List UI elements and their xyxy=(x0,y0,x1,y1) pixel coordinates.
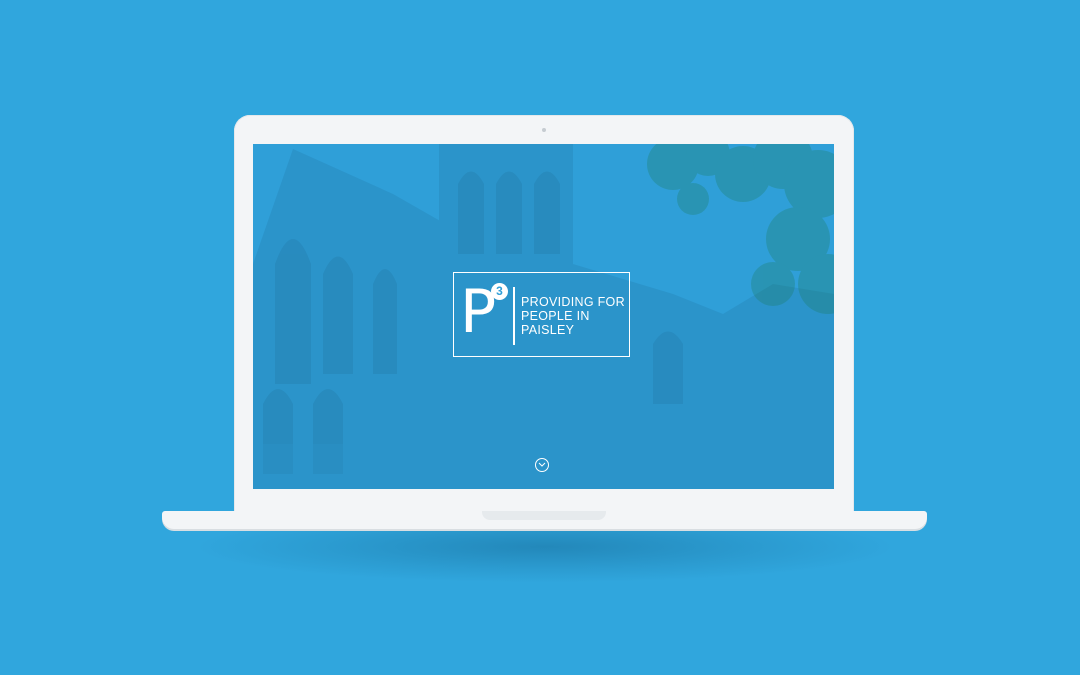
laptop-lid: P 3 PROVIDING FOR PEOPLE IN PAISLEY xyxy=(234,115,854,513)
camera-dot xyxy=(542,128,546,132)
logo-tagline-line-1: PROVIDING FOR xyxy=(521,295,625,309)
laptop-notch xyxy=(482,511,606,520)
logo-divider xyxy=(513,287,515,345)
logo-tagline-line-2: PEOPLE IN xyxy=(521,309,590,323)
logo-tagline-line-3: PAISLEY xyxy=(521,323,575,337)
scroll-down-button[interactable] xyxy=(535,458,549,472)
laptop-base xyxy=(162,511,927,529)
p3-logo[interactable]: P 3 PROVIDING FOR PEOPLE IN PAISLEY xyxy=(453,272,630,357)
chevron-down-icon xyxy=(538,462,546,467)
logo-tagline: PROVIDING FOR PEOPLE IN PAISLEY xyxy=(521,295,631,337)
website-screen: P 3 PROVIDING FOR PEOPLE IN PAISLEY xyxy=(253,144,834,489)
logo-superscript: 3 xyxy=(491,283,508,300)
